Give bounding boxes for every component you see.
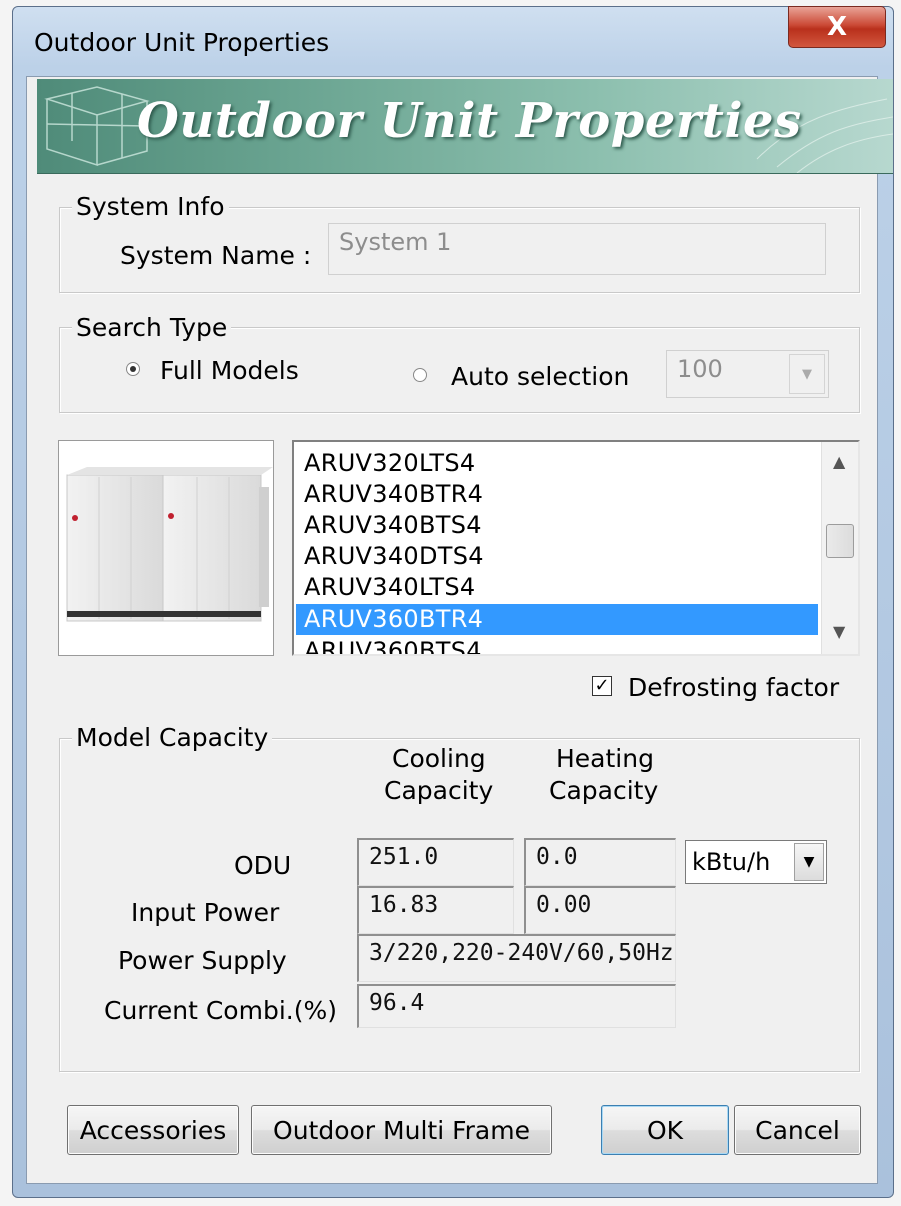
chevron-down-icon: ▼ xyxy=(789,354,825,394)
cooling-header-line2: Capacity xyxy=(384,776,494,805)
full-models-label[interactable]: Full Models xyxy=(160,356,299,385)
current-combi-field: 96.4 xyxy=(357,984,676,1028)
scroll-up-icon[interactable]: ▲ xyxy=(833,452,845,471)
banner-title: Outdoor Unit Properties xyxy=(137,93,802,149)
system-info-legend: System Info xyxy=(72,192,229,221)
defrosting-checkbox[interactable]: ✓ xyxy=(592,676,612,696)
odu-heating-field: 0.0 xyxy=(524,838,676,886)
unit-value: kBtu/h xyxy=(692,848,771,876)
list-item[interactable]: ARUV340DTS4 xyxy=(296,541,818,572)
system-name-field[interactable]: System 1 xyxy=(328,223,826,275)
model-listbox[interactable]: ARUV320LTS4 ARUV340BTR4 ARUV340BTS4 ARUV… xyxy=(292,440,860,656)
input-power-heating-field: 0.00 xyxy=(524,886,676,934)
scroll-down-icon[interactable]: ▼ xyxy=(833,622,845,641)
outdoor-multi-frame-button[interactable]: Outdoor Multi Frame xyxy=(251,1105,552,1155)
auto-selection-label[interactable]: Auto selection xyxy=(451,362,629,391)
list-item[interactable]: ARUV360BTS4 xyxy=(296,636,818,654)
model-image xyxy=(58,440,274,656)
search-type-legend: Search Type xyxy=(72,313,232,342)
odu-label: ODU xyxy=(234,851,292,880)
full-models-radio[interactable] xyxy=(126,362,140,376)
auto-selection-radio[interactable] xyxy=(413,368,427,382)
model-capacity-legend: Model Capacity xyxy=(72,723,273,752)
accessories-button[interactable]: Accessories xyxy=(67,1105,239,1155)
unit-dropdown[interactable]: kBtu/h ▼ xyxy=(685,840,827,884)
cooling-header-line1: Cooling xyxy=(392,744,486,773)
scrollbar-thumb[interactable] xyxy=(826,524,854,558)
odu-cooling-field: 251.0 xyxy=(357,838,514,886)
list-item[interactable]: ARUV320LTS4 xyxy=(296,448,818,479)
power-supply-field: 3/220,220-240V/60,50Hz xyxy=(357,934,676,982)
outdoor-unit-picture xyxy=(66,467,273,622)
heating-header-line1: Heating xyxy=(556,744,654,773)
input-power-label: Input Power xyxy=(131,898,280,927)
window-title: Outdoor Unit Properties xyxy=(34,28,330,57)
list-scrollbar[interactable]: ▲ ▼ xyxy=(821,442,858,654)
close-icon: X xyxy=(826,12,848,42)
input-power-cooling-field: 16.83 xyxy=(357,886,514,934)
header-banner: Outdoor Unit Properties xyxy=(37,79,893,174)
auto-selection-value: 100 xyxy=(677,355,723,383)
current-combi-label: Current Combi.(%) xyxy=(104,996,337,1025)
list-item[interactable]: ARUV340BTR4 xyxy=(296,479,818,510)
list-item[interactable]: ARUV340BTS4 xyxy=(296,510,818,541)
close-button[interactable]: X xyxy=(788,6,886,48)
cancel-button[interactable]: Cancel xyxy=(734,1105,861,1155)
heating-header-line2: Capacity xyxy=(549,776,659,805)
chevron-down-icon[interactable]: ▼ xyxy=(794,843,824,881)
ok-button[interactable]: OK xyxy=(601,1105,729,1155)
list-item[interactable]: ARUV340LTS4 xyxy=(296,572,818,603)
power-supply-label: Power Supply xyxy=(118,946,287,975)
auto-selection-dropdown[interactable]: 100 ▼ xyxy=(666,350,829,398)
system-name-label: System Name : xyxy=(120,241,312,270)
list-item-selected[interactable]: ARUV360BTR4 xyxy=(296,604,818,635)
defrosting-label[interactable]: Defrosting factor xyxy=(628,673,839,702)
